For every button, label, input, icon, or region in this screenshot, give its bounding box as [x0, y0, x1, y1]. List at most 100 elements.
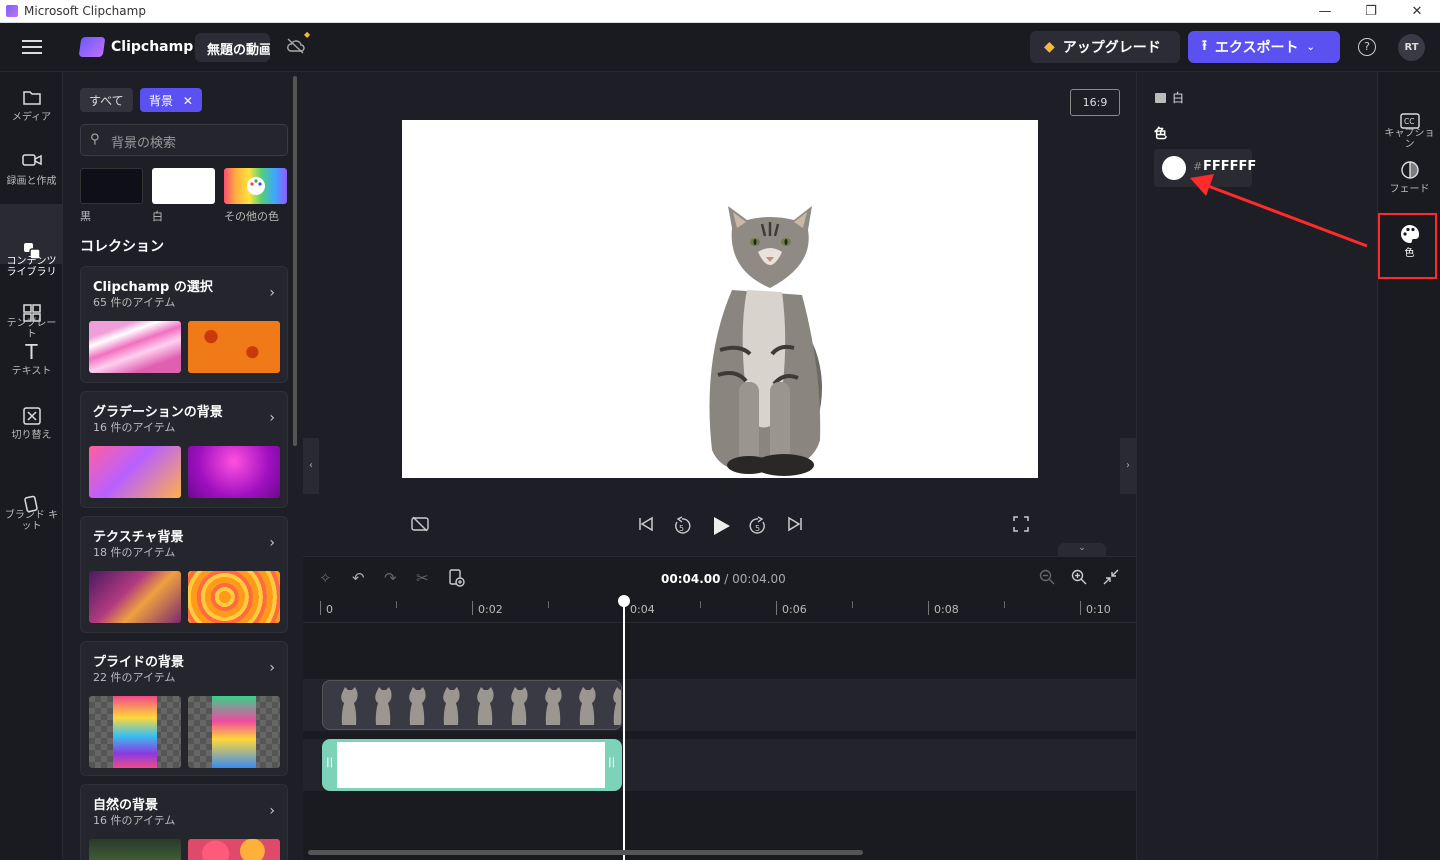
white-background-fill	[337, 742, 605, 788]
pride-art	[113, 696, 157, 768]
filter-background-chip[interactable]: 背景 ✕	[140, 88, 202, 112]
cat-image	[709, 206, 822, 476]
fade-tab[interactable]: フェード	[1378, 160, 1440, 204]
playhead[interactable]	[623, 603, 625, 860]
project-name-field[interactable]: 無題の動画	[195, 33, 270, 62]
nav-text[interactable]: T テキスト	[0, 342, 63, 386]
export-button[interactable]: ⭱ エクスポート ⌄	[1188, 31, 1340, 63]
video-preview-canvas[interactable]	[402, 120, 1038, 478]
other-colors-swatch[interactable]	[224, 168, 287, 204]
collapse-left-panel-tab[interactable]: ‹	[303, 438, 319, 494]
library-scrollbar[interactable]	[293, 76, 297, 446]
avatar[interactable]: RT	[1398, 34, 1425, 61]
timeline-scrollbar[interactable]	[308, 850, 863, 855]
restore-button[interactable]: ❐	[1348, 0, 1394, 23]
ruler-tick	[1004, 601, 1005, 608]
ruler-label: 0:08	[934, 603, 959, 616]
chevron-down-icon: ⌄	[1306, 41, 1315, 53]
collapse-right-panel-tab[interactable]: ›	[1120, 438, 1136, 494]
nature-thumbnail-2[interactable]	[188, 839, 280, 860]
add-media-icon[interactable]	[449, 569, 465, 591]
redo-icon[interactable]: ↷	[384, 569, 397, 587]
nav-record-create[interactable]: 録画と作成	[0, 152, 63, 196]
gradient-thumbnail-2[interactable]	[188, 446, 280, 498]
ruler-tick	[1080, 601, 1081, 615]
nav-media[interactable]: メディア	[0, 88, 63, 132]
trim-handle-left[interactable]: ||	[326, 757, 333, 768]
nav-transitions[interactable]: 切り替え	[0, 406, 63, 450]
properties-panel: 白 色 # FFFFFF	[1136, 72, 1377, 860]
pride-thumbnail-2[interactable]	[188, 696, 280, 768]
ruler-tick	[852, 601, 853, 608]
black-swatch[interactable]	[80, 168, 143, 204]
collection-count: 22 件のアイテム	[93, 671, 176, 684]
color-picker-field[interactable]: # FFFFFF	[1154, 149, 1256, 187]
sun-pattern-thumbnail[interactable]	[188, 321, 280, 373]
chevron-right-icon: ›	[269, 660, 275, 676]
undo-icon[interactable]: ↶	[352, 569, 365, 587]
filter-all-chip[interactable]: すべて	[80, 88, 133, 112]
texture-thumbnail-2[interactable]	[188, 571, 280, 623]
camera-icon	[21, 152, 42, 172]
collection-card-clipchamp-picks[interactable]: Clipchamp の選択 65 件のアイテム ›	[80, 266, 288, 383]
timeline-ruler[interactable]: 0 0:02 0:04 0:06 0:08 0:10	[303, 597, 1136, 623]
collection-count: 16 件のアイテム	[93, 814, 176, 827]
left-nav-rail: メディア 録画と作成 コンテンツ ライブラリ テンプレー ト T テキスト 切り…	[0, 72, 63, 860]
chevron-right-icon: ›	[269, 285, 275, 301]
comic-thumbnail[interactable]	[89, 321, 181, 373]
zoom-in-icon[interactable]	[1071, 569, 1087, 589]
diamond-icon: ◆	[1044, 39, 1055, 55]
fullscreen-icon[interactable]	[1013, 516, 1029, 536]
collection-card-texture[interactable]: テクスチャ背景 18 件のアイテム ›	[80, 516, 288, 633]
gradient-thumbnail-1[interactable]	[89, 446, 181, 498]
time-separator: /	[720, 572, 733, 586]
ruler-label: 0:04	[630, 603, 655, 616]
collapse-timeline-tab[interactable]: ⌄	[1058, 543, 1106, 557]
close-button[interactable]: ✕	[1394, 0, 1440, 23]
nav-brand-kit[interactable]: ブランド キ ット	[0, 464, 63, 532]
minimize-button[interactable]: —	[1302, 0, 1348, 23]
white-background-clip[interactable]: || ||	[322, 739, 622, 791]
rewind-5s-icon[interactable]: 5	[672, 516, 692, 540]
trim-handle-right[interactable]: ||	[608, 757, 615, 768]
templates-icon	[22, 283, 42, 322]
nav-media-label: メディア	[11, 112, 52, 123]
cat-video-clip[interactable]	[322, 680, 622, 730]
annotation-highlight-box	[1378, 213, 1437, 279]
hex-value[interactable]: FFFFFF	[1203, 159, 1256, 174]
nav-text-label: テキスト	[11, 366, 52, 377]
background-search-input[interactable]: ⚲ 背景の検索	[80, 124, 288, 156]
collection-card-gradient[interactable]: グラデーションの背景 16 件のアイテム ›	[80, 391, 288, 508]
fade-label: フェード	[1389, 184, 1430, 195]
captions-label: キャプショ ン	[1384, 128, 1435, 150]
close-icon[interactable]: ✕	[183, 94, 193, 108]
skip-back-icon[interactable]	[637, 516, 655, 536]
pride-thumbnail-1[interactable]	[89, 696, 181, 768]
captions-tab[interactable]: CC キャプショ ン	[1378, 82, 1440, 150]
texture-thumbnail-1[interactable]	[89, 571, 181, 623]
collection-card-nature[interactable]: 自然の背景 16 件のアイテム ›	[80, 784, 288, 860]
aspect-ratio-button[interactable]: 16:9	[1070, 89, 1120, 116]
black-swatch-label: 黒	[80, 210, 91, 223]
play-icon[interactable]	[711, 516, 731, 540]
nature-thumbnail-1[interactable]	[89, 839, 181, 860]
title-bar: Microsoft Clipchamp — ❐ ✕	[0, 0, 1440, 23]
premium-gem-icon: ◆	[304, 30, 311, 39]
scissors-icon[interactable]: ✂	[416, 569, 429, 587]
white-swatch[interactable]	[152, 168, 215, 204]
captions-off-icon[interactable]	[411, 516, 429, 536]
nav-content-library[interactable]: コンテンツ ライブラリ	[0, 204, 63, 278]
magic-sparkle-icon[interactable]: ✧	[319, 569, 332, 587]
upload-icon: ⭱	[1202, 38, 1207, 54]
menu-icon[interactable]	[22, 40, 42, 55]
forward-5s-icon[interactable]: 5	[748, 516, 768, 540]
help-icon[interactable]: ?	[1358, 38, 1376, 56]
fit-timeline-icon[interactable]	[1103, 569, 1119, 589]
cloud-off-icon[interactable]: ◆	[286, 30, 310, 56]
color-preview-dot[interactable]	[1162, 156, 1186, 180]
upgrade-button[interactable]: ◆ アップグレード	[1030, 31, 1180, 63]
collection-card-pride[interactable]: プライドの背景 22 件のアイテム ›	[80, 641, 288, 776]
skip-forward-icon[interactable]	[786, 516, 804, 536]
nav-templates[interactable]: テンプレー ト	[0, 272, 63, 340]
zoom-out-icon[interactable]	[1039, 569, 1055, 589]
